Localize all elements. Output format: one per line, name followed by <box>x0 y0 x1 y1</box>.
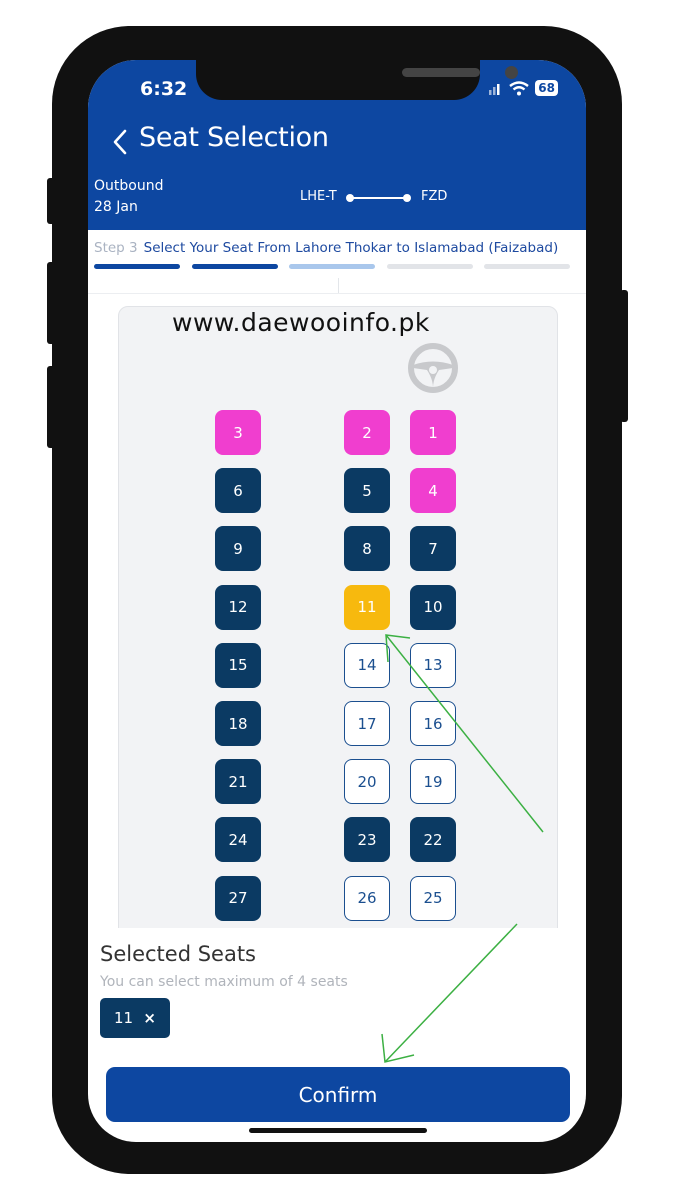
step-progress-segment <box>484 264 570 269</box>
seat-12[interactable]: 12 <box>215 584 261 630</box>
seat-7[interactable]: 7 <box>410 526 456 572</box>
step-progress-segment <box>94 264 180 269</box>
notch-speaker <box>402 68 480 77</box>
seat-8[interactable]: 8 <box>344 526 390 572</box>
seat-3[interactable]: 3 <box>215 410 261 455</box>
seat-11[interactable]: 11 <box>344 584 390 630</box>
tab-divider <box>338 278 339 294</box>
route-origin: LHE-T <box>300 189 337 204</box>
wifi-icon <box>509 80 530 95</box>
step-number: Step 3 <box>94 240 138 256</box>
seat-17[interactable]: 17 <box>344 701 390 746</box>
home-indicator <box>249 1128 427 1133</box>
seat-19[interactable]: 19 <box>410 759 456 805</box>
selected-seat-chip: 11 × <box>100 998 170 1038</box>
phone-side-button-volume-up <box>47 262 55 344</box>
seat-22[interactable]: 22 <box>410 817 456 863</box>
seat-5[interactable]: 5 <box>344 468 390 514</box>
back-button[interactable] <box>102 122 138 162</box>
tab-underline <box>88 293 586 294</box>
seat-27[interactable]: 27 <box>215 875 261 921</box>
seat-9[interactable]: 9 <box>215 526 261 572</box>
seat-21[interactable]: 21 <box>215 759 261 805</box>
signal-icon <box>489 84 500 95</box>
seat-23[interactable]: 23 <box>344 817 390 863</box>
seat-15[interactable]: 15 <box>215 642 261 688</box>
app-screen: 6:32 68 Seat Selection Outbound 28 Jan L… <box>88 60 586 1142</box>
selected-seats-title: Selected Seats <box>100 942 257 966</box>
route-line <box>349 197 408 199</box>
seat-18[interactable]: 18 <box>215 701 261 746</box>
status-time: 6:32 <box>140 78 188 100</box>
seat-1[interactable]: 1 <box>410 410 456 455</box>
seat-6[interactable]: 6 <box>215 468 261 514</box>
seat-25[interactable]: 25 <box>410 875 456 921</box>
seat-24[interactable]: 24 <box>215 817 261 863</box>
battery-icon: 68 <box>535 80 558 96</box>
app-header: 6:32 68 Seat Selection Outbound 28 Jan L… <box>88 60 586 230</box>
step-progress-segment <box>191 264 278 269</box>
seat-20[interactable]: 20 <box>344 759 390 805</box>
seat-26[interactable]: 26 <box>344 875 390 921</box>
route-end-dot <box>403 194 411 202</box>
trip-direction: Outbound <box>94 178 164 194</box>
seat-16[interactable]: 16 <box>410 701 456 746</box>
step-progress-segment <box>289 264 375 269</box>
step-text: Select Your Seat From Lahore Thokar to I… <box>143 240 559 256</box>
selected-seats-hint: You can select maximum of 4 seats <box>100 974 348 990</box>
remove-seat-button[interactable]: × <box>143 1009 156 1027</box>
phone-notch <box>196 60 518 100</box>
step-progress-segment <box>386 264 473 269</box>
seat-10[interactable]: 10 <box>410 584 456 630</box>
trip-date: 28 Jan <box>94 199 138 215</box>
seat-13[interactable]: 13 <box>410 642 456 688</box>
seat-14[interactable]: 14 <box>344 642 390 688</box>
route-destination: FZD <box>421 189 448 204</box>
phone-side-button-power <box>620 290 628 422</box>
selected-seat-number: 11 <box>114 1009 134 1027</box>
confirm-button[interactable]: Confirm <box>106 1067 570 1122</box>
steering-wheel-icon <box>408 343 458 393</box>
phone-side-button-volume-down <box>47 366 55 448</box>
phone-side-button-silent <box>47 178 55 224</box>
step-description: Step 3 Select Your Seat From Lahore Thoka… <box>94 240 558 256</box>
seat-4[interactable]: 4 <box>410 468 456 514</box>
notch-camera <box>505 66 518 79</box>
status-icons: 68 <box>489 80 558 96</box>
seat-2[interactable]: 2 <box>344 410 390 455</box>
seat-map <box>118 306 558 948</box>
selected-seats-panel: Selected Seats You can select maximum of… <box>88 928 586 1048</box>
page-title: Seat Selection <box>139 122 329 153</box>
watermark-text: www.daewooinfo.pk <box>172 308 430 337</box>
chevron-left-icon <box>113 129 127 155</box>
